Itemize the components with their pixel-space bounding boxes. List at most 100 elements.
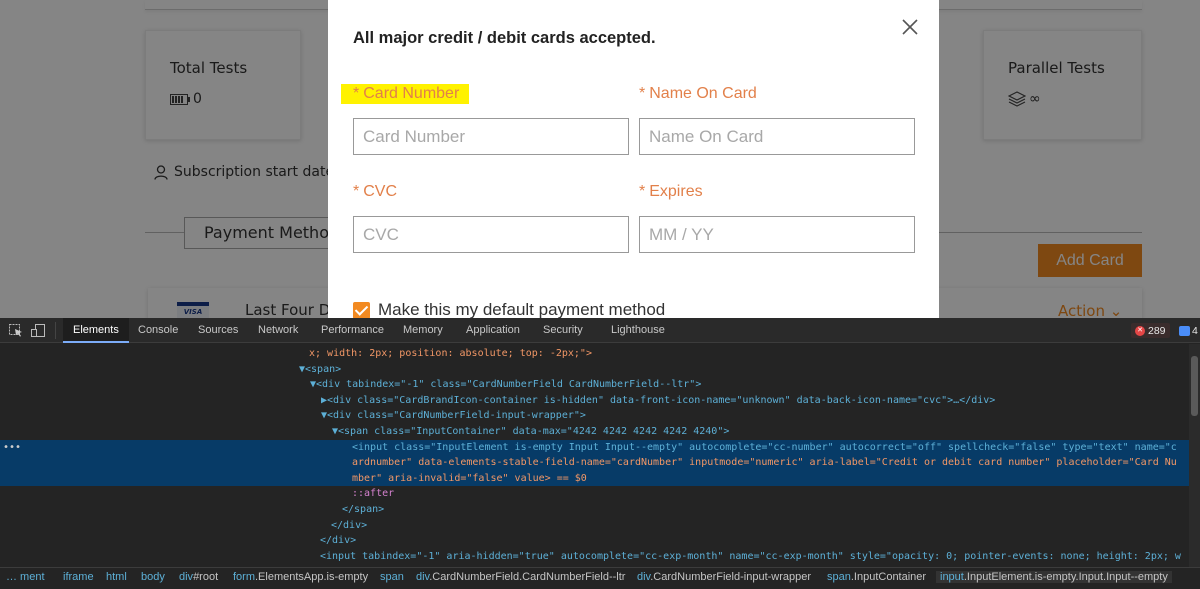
dom-line[interactable]: ▼<span> bbox=[0, 362, 1189, 378]
breadcrumb-item[interactable]: div.CardNumberField.CardNumberField--ltr bbox=[416, 571, 625, 583]
breadcrumb-class: .InputContainer bbox=[850, 571, 927, 583]
name-on-card-input[interactable] bbox=[639, 118, 915, 155]
label-text: CVC bbox=[363, 183, 398, 200]
tab-sources[interactable]: Sources bbox=[198, 318, 238, 343]
add-card-modal: All major credit / debit cards accepted.… bbox=[328, 0, 939, 318]
breadcrumb-tag: form bbox=[233, 571, 255, 583]
breadcrumb-item[interactable]: div#root bbox=[179, 571, 218, 583]
default-payment-label: Make this my default payment method bbox=[378, 300, 666, 318]
dom-line[interactable]: </span> bbox=[0, 502, 1189, 518]
breadcrumb-tag: div bbox=[179, 571, 194, 583]
breadcrumb-item[interactable]: body bbox=[141, 571, 165, 583]
tab-application[interactable]: Application bbox=[466, 318, 520, 343]
breadcrumb-tag: iframe bbox=[63, 571, 94, 583]
breadcrumb-item[interactable]: form.ElementsApp.is-empty bbox=[233, 571, 368, 583]
dom-line-text: <input class="InputElement is-empty Inpu… bbox=[352, 441, 1177, 453]
tab-memory[interactable]: Memory bbox=[403, 318, 443, 343]
required-mark: * bbox=[353, 85, 360, 102]
required-mark: * bbox=[353, 183, 360, 200]
tab-network[interactable]: Network bbox=[258, 318, 298, 343]
dom-line[interactable]: ▼<div tabindex="-1" class="CardNumberFie… bbox=[0, 377, 1189, 393]
dom-line-text: ▼<span class="InputContainer" data-max="… bbox=[332, 426, 730, 437]
dom-tree: x; width: 2px; position: absolute; top: … bbox=[0, 344, 1189, 567]
scrollbar-thumb[interactable] bbox=[1191, 356, 1198, 416]
dom-line-text: ::after bbox=[352, 488, 395, 500]
breadcrumb-tag: body bbox=[141, 571, 165, 583]
breadcrumb-class: .CardNumberField-input-wrapper bbox=[650, 571, 812, 583]
dom-line-text: <input tabindex="-1" aria-hidden="true" … bbox=[320, 550, 1181, 562]
cvc-input[interactable] bbox=[353, 216, 629, 253]
error-icon: ✕ bbox=[1135, 325, 1145, 336]
dom-line[interactable]: ▶<div class="CardBrandIcon-container is-… bbox=[0, 393, 1189, 409]
breadcrumb-tag: div bbox=[416, 571, 430, 583]
dom-line-selected[interactable]: ••• <input class="InputElement is-empty I… bbox=[0, 439, 1189, 456]
devtools-tabbar: Elements Console Sources Network Perform… bbox=[0, 318, 1200, 343]
dom-line[interactable]: <input tabindex="-1" aria-hidden="true" … bbox=[0, 549, 1189, 565]
breadcrumb-item[interactable]: span bbox=[380, 571, 404, 583]
label-text: Name On Card bbox=[649, 85, 757, 102]
label-text: Expires bbox=[649, 183, 703, 200]
breadcrumb-class: .CardNumberField.CardNumberField--ltr bbox=[429, 571, 626, 583]
message-count-badge[interactable]: 4 bbox=[1179, 323, 1198, 338]
dom-tree-scrollbar[interactable] bbox=[1189, 344, 1200, 567]
breadcrumb-item[interactable]: div.CardNumberField-input-wrapper bbox=[637, 571, 811, 583]
required-mark: * bbox=[639, 85, 646, 102]
dom-line[interactable]: ▼<span class="InputContainer" data-max="… bbox=[0, 424, 1189, 440]
breadcrumb-item-active[interactable]: input.InputElement.is-empty.Input.Input-… bbox=[936, 571, 1172, 583]
error-count-badge[interactable]: ✕ 289 bbox=[1131, 323, 1170, 338]
breadcrumb-tag: input bbox=[940, 571, 964, 583]
dom-line-text: ▼<div class="CardNumberField-input-wrapp… bbox=[321, 410, 586, 422]
dom-line[interactable]: ::after bbox=[0, 486, 1189, 502]
dom-line-selected[interactable]: ardnumber" data-elements-stable-field-na… bbox=[0, 455, 1189, 471]
expires-label: * Expires bbox=[639, 183, 703, 201]
breadcrumb-item[interactable]: html bbox=[106, 571, 127, 583]
breadcrumb-tag: span bbox=[827, 571, 851, 583]
devtools-panel: Elements Console Sources Network Perform… bbox=[0, 318, 1200, 589]
dom-line-text: mber" aria-invalid="false" value> == $0 bbox=[352, 472, 587, 484]
more-options-icon[interactable]: ••• bbox=[3, 440, 21, 456]
dom-line[interactable]: </div> bbox=[0, 518, 1189, 534]
dom-line[interactable]: ▼<div class="CardNumberField-input-wrapp… bbox=[0, 408, 1189, 424]
card-number-label: * Card Number bbox=[341, 84, 470, 104]
card-number-input[interactable] bbox=[353, 118, 629, 155]
label-text: Card Number bbox=[363, 85, 460, 102]
default-payment-row[interactable]: Make this my default payment method bbox=[353, 300, 665, 318]
breadcrumb-tag: div bbox=[637, 571, 651, 583]
tab-lighthouse[interactable]: Lighthouse bbox=[611, 318, 665, 343]
breadcrumb-tag: span bbox=[380, 571, 404, 583]
breadcrumb-item[interactable]: span.InputContainer bbox=[827, 571, 926, 583]
tab-performance[interactable]: Performance bbox=[321, 318, 384, 343]
tab-separator bbox=[55, 322, 56, 339]
dom-line-text: ▼<span> bbox=[299, 363, 342, 375]
dom-line-text: x; width: 2px; position: absolute; top: … bbox=[309, 348, 592, 359]
message-icon bbox=[1179, 325, 1190, 336]
modal-title: All major credit / debit cards accepted. bbox=[353, 29, 656, 47]
name-on-card-label: * Name On Card bbox=[639, 85, 757, 103]
breadcrumb-class: #root bbox=[193, 571, 219, 583]
dom-line-text: ▶<div class="CardBrandIcon-container is-… bbox=[321, 394, 996, 406]
breadcrumb-item[interactable]: iframe bbox=[63, 571, 94, 583]
dom-line[interactable]: </div> bbox=[0, 533, 1189, 549]
dom-breadcrumbs: … ment iframe html body div#root form.El… bbox=[0, 567, 1200, 589]
tab-elements[interactable]: Elements bbox=[63, 318, 129, 343]
dom-line-text: </div> bbox=[331, 519, 368, 531]
tab-security[interactable]: Security bbox=[543, 318, 583, 343]
dom-line-selected[interactable]: mber" aria-invalid="false" value> == $0 bbox=[0, 470, 1189, 487]
breadcrumb-class: .ElementsApp.is-empty bbox=[255, 571, 369, 583]
close-icon[interactable] bbox=[900, 17, 920, 37]
default-payment-checkbox[interactable] bbox=[353, 301, 370, 318]
cvc-label: * CVC bbox=[353, 183, 397, 201]
expires-input[interactable] bbox=[639, 216, 915, 253]
message-count: 4 bbox=[1192, 324, 1198, 337]
dom-line[interactable]: x; width: 2px; position: absolute; top: … bbox=[0, 346, 1189, 362]
device-toolbar-icon[interactable] bbox=[31, 324, 45, 337]
tab-console[interactable]: Console bbox=[138, 318, 178, 343]
inspect-element-icon[interactable] bbox=[9, 324, 23, 337]
dom-line-text: ardnumber" data-elements-stable-field-na… bbox=[352, 457, 1177, 469]
breadcrumb-item[interactable]: … ment bbox=[6, 571, 45, 583]
dom-line-text: ▼<div tabindex="-1" class="CardNumberFie… bbox=[310, 379, 702, 391]
dom-line-text: </div> bbox=[320, 535, 357, 547]
required-mark: * bbox=[639, 183, 646, 200]
dom-line-text: </span> bbox=[342, 504, 385, 515]
breadcrumb-class: .InputElement.is-empty.Input.Input--empt… bbox=[963, 571, 1168, 583]
